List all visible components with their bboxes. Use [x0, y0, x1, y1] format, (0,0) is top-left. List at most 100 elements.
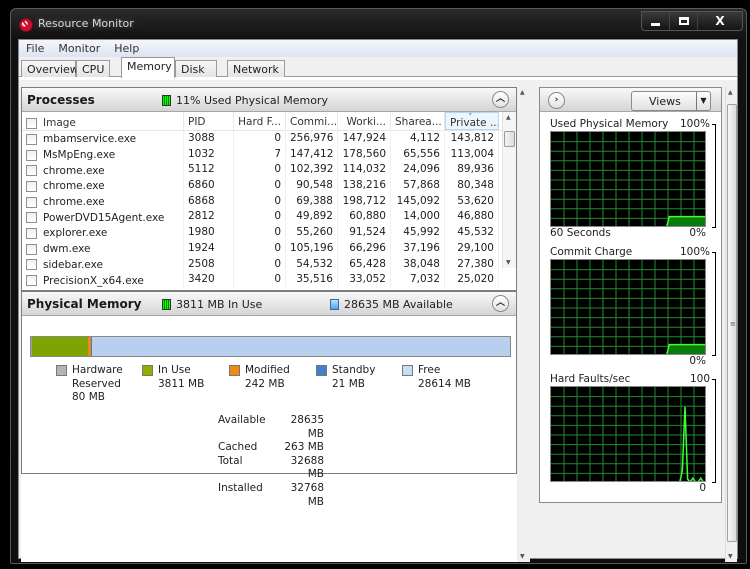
cell-shareable: 45,992 — [391, 225, 445, 241]
cell-pid: 3088 — [184, 131, 234, 147]
tab-cpu[interactable]: CPU — [76, 60, 110, 77]
close-button[interactable]: X — [698, 12, 742, 30]
process-name: chrome.exe — [43, 196, 105, 209]
views-dropdown-arrow-icon[interactable]: ▼ — [696, 92, 710, 110]
scroll-down-arrow-icon[interactable]: ▼ — [506, 259, 511, 266]
table-row[interactable]: PrecisionX_x64.exe 3420 0 35,516 33,052 7,032… — [22, 272, 503, 288]
graph-time-label: 60 Seconds — [550, 227, 611, 239]
menu-bar: File Monitor Help — [19, 40, 737, 57]
maximize-button[interactable] — [670, 12, 698, 30]
grip-icon: ≡ — [730, 320, 736, 328]
cell-private: 80,348 — [445, 178, 499, 194]
stat-cached: Cached 263 MB — [218, 441, 324, 455]
cell-image: dwm.exe — [22, 240, 184, 257]
tab-memory[interactable]: Memory — [121, 57, 175, 78]
legend-hardware-reserved: Hardware Reserved 80 MB — [56, 364, 123, 405]
column-shareable[interactable]: Sharea... — [391, 112, 445, 130]
menu-monitor[interactable]: Monitor — [56, 42, 102, 55]
row-checkbox[interactable] — [26, 180, 37, 192]
table-row[interactable]: chrome.exe 5112 0 102,392 114,032 24,096 89,93… — [22, 162, 503, 179]
cell-commit: 90,548 — [286, 178, 338, 194]
legend-modified: Modified 242 MB — [229, 364, 290, 391]
title-bar[interactable]: Resource Monitor X — [11, 9, 746, 39]
menu-file[interactable]: File — [24, 42, 46, 55]
column-pid[interactable]: PID — [184, 112, 234, 130]
graph-max-label: 100% — [679, 118, 710, 130]
scroll-down-arrow-icon[interactable]: ▼ — [520, 553, 525, 560]
graph-footer: 0 — [550, 482, 716, 495]
column-image-label: Image — [43, 117, 76, 129]
processes-scrollbar[interactable]: ▲ ▼ — [502, 112, 516, 268]
row-checkbox[interactable] — [26, 259, 37, 271]
expand-pane-button[interactable]: › — [548, 92, 565, 109]
standby-swatch — [316, 365, 327, 376]
tab-disk[interactable]: Disk — [175, 60, 217, 77]
select-all-checkbox[interactable] — [26, 117, 37, 129]
process-name: sidebar.exe — [43, 258, 103, 271]
cell-pid: 3420 — [184, 272, 234, 288]
process-name: explorer.exe — [43, 227, 108, 240]
row-checkbox[interactable] — [26, 243, 37, 255]
cell-pid: 1032 — [184, 146, 234, 163]
graph-commit-charge: Commit Charge 100% 0% — [550, 246, 716, 368]
scroll-down-arrow-icon[interactable]: ▼ — [728, 553, 733, 560]
row-checkbox[interactable] — [26, 196, 37, 208]
graph-footer: 0% — [550, 355, 716, 368]
used-memory-text: 11% Used Physical Memory — [176, 94, 328, 107]
modified-swatch — [229, 365, 240, 376]
cell-pid: 1980 — [184, 225, 234, 241]
left-pane: Processes 11% Used Physical Memory ︿ Ima… — [21, 87, 517, 562]
cell-image: MsMpEng.exe — [22, 146, 184, 163]
collapse-processes-button[interactable]: ︿ — [492, 91, 509, 108]
table-row[interactable]: chrome.exe 6868 0 69,388 198,712 145,092 53,62… — [22, 193, 503, 210]
cell-shareable: 37,196 — [391, 240, 445, 257]
row-checkbox[interactable] — [26, 212, 37, 224]
cell-shareable: 38,048 — [391, 256, 445, 273]
scroll-up-arrow-icon[interactable]: ▲ — [728, 89, 733, 96]
graph-footer: 60 Seconds 0% — [550, 227, 716, 240]
graph-canvas — [550, 386, 706, 482]
row-checkbox[interactable] — [26, 227, 37, 239]
processes-header[interactable]: Processes 11% Used Physical Memory ︿ — [22, 88, 516, 112]
collapse-physical-memory-button[interactable]: ︿ — [492, 295, 509, 312]
table-row[interactable]: PowerDVD15Agent.exe 2812 0 49,892 60,880 14,0… — [22, 209, 503, 226]
row-checkbox[interactable] — [26, 165, 37, 177]
stat-available: Available 28635 MB — [218, 414, 324, 441]
menu-help[interactable]: Help — [112, 42, 141, 55]
table-row[interactable]: dwm.exe 1924 0 105,196 66,296 37,196 29,100 — [22, 240, 503, 257]
tab-overview[interactable]: Overview — [21, 60, 79, 77]
views-button[interactable]: Views ▼ — [631, 91, 711, 111]
available-summary: 28635 MB Available — [330, 298, 453, 311]
scroll-up-arrow-icon[interactable]: ▲ — [520, 89, 525, 96]
column-commit[interactable]: Commi... — [286, 112, 338, 130]
main-scrollbar[interactable]: ▲ ≡ ▼ — [725, 87, 737, 562]
row-checkbox[interactable] — [26, 149, 37, 161]
scroll-up-arrow-icon[interactable]: ▲ — [506, 114, 511, 121]
table-row[interactable]: sidebar.exe 2508 0 54,532 65,428 38,048 27,380 — [22, 256, 503, 273]
column-image[interactable]: Image — [22, 112, 184, 130]
left-pane-scrollbar[interactable]: ▲ ▼ — [517, 87, 530, 562]
available-summary-text: 28635 MB Available — [344, 298, 453, 311]
client-area: File Monitor Help Overview CPU Memory Di… — [18, 39, 738, 562]
table-row[interactable]: MsMpEng.exe 1032 7 147,412 178,560 65,556 113,… — [22, 146, 503, 163]
scroll-thumb[interactable]: ≡ — [727, 104, 737, 542]
physical-memory-header[interactable]: Physical Memory 3811 MB In Use 28635 MB … — [22, 292, 516, 316]
column-private[interactable]: ▼ Private ... — [445, 112, 499, 130]
cell-private: 46,880 — [445, 209, 499, 226]
cell-shareable: 145,092 — [391, 193, 445, 210]
minimize-button[interactable] — [642, 12, 670, 30]
table-row[interactable]: mbamservice.exe 3088 0 256,976 147,924 4,112 1… — [22, 131, 503, 147]
used-memory-summary: 11% Used Physical Memory — [162, 94, 328, 107]
table-row[interactable]: chrome.exe 6860 0 90,548 138,216 57,868 80,348 — [22, 178, 503, 194]
table-row[interactable]: explorer.exe 1980 0 55,260 91,524 45,992 45,53… — [22, 225, 503, 241]
row-checkbox[interactable] — [26, 133, 37, 145]
scroll-thumb[interactable] — [504, 131, 515, 147]
legend-value: 28614 MB — [418, 377, 472, 390]
cell-commit: 55,260 — [286, 225, 338, 241]
row-checkbox[interactable] — [26, 275, 37, 287]
stat-label: Total — [218, 454, 243, 467]
column-working-set[interactable]: Worki... — [338, 112, 391, 130]
in-use-summary: 3811 MB In Use — [162, 298, 262, 311]
tab-network[interactable]: Network — [227, 60, 285, 77]
column-hard-faults[interactable]: Hard F... — [234, 112, 286, 130]
